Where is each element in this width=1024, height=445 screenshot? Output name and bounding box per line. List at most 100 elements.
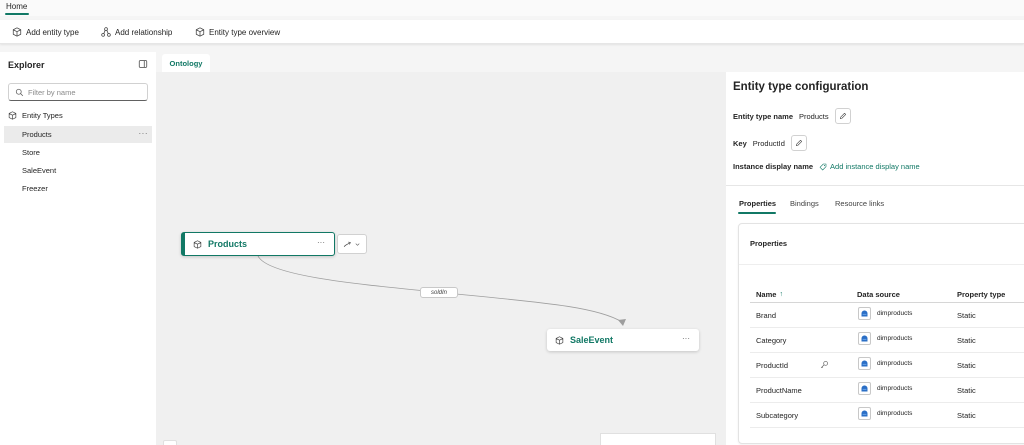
- tree-item-freezer[interactable]: Freezer: [4, 180, 152, 197]
- filter-search-box[interactable]: [8, 83, 148, 101]
- key-label: Key: [733, 138, 747, 148]
- relationship-arrow-icon: [343, 241, 351, 247]
- tree-item-label: Freezer: [22, 184, 48, 193]
- data-source-cell: dimproducts: [858, 382, 912, 395]
- entity-config-panel: Entity type configuration Entity type na…: [726, 72, 1024, 445]
- tab-bindings[interactable]: Bindings: [790, 199, 819, 208]
- pencil-icon: [839, 112, 846, 119]
- filter-input[interactable]: [28, 87, 146, 97]
- table-row[interactable]: ProductName dimproducts Static: [750, 378, 1024, 403]
- edit-name-button[interactable]: [834, 108, 851, 124]
- data-source-name: dimproducts: [877, 360, 913, 367]
- entity-type-overview-button[interactable]: Entity type overview: [195, 26, 280, 38]
- tab-home[interactable]: Home: [6, 2, 27, 11]
- tree-item-label: SaleEvent: [22, 166, 57, 175]
- cube-icon: [195, 27, 205, 37]
- sort-ascending-icon: ↑: [779, 291, 783, 298]
- tree-item-label: Products: [22, 130, 52, 139]
- tree-item-products[interactable]: Products ···: [4, 126, 152, 143]
- cube-icon: [555, 335, 564, 345]
- collapse-panel-icon[interactable]: [138, 59, 148, 69]
- tree-item-store[interactable]: Store: [4, 144, 152, 161]
- add-relationship-label: Add relationship: [115, 27, 173, 37]
- edit-key-button[interactable]: [790, 135, 807, 151]
- explorer-title: Explorer: [8, 60, 45, 70]
- node-products[interactable]: Products ···: [181, 232, 335, 256]
- entity-type-name-label: Entity type name: [733, 111, 794, 121]
- cube-icon: [193, 239, 202, 249]
- property-name: Brand: [756, 311, 777, 320]
- tag-icon: [819, 163, 827, 170]
- data-source-name: dimproducts: [877, 410, 913, 417]
- tree-item-saleevent[interactable]: SaleEvent: [4, 162, 152, 179]
- add-entity-type-button[interactable]: Add entity type: [12, 26, 79, 38]
- panel-title: Entity type configuration: [733, 81, 869, 93]
- add-relationship-button[interactable]: Add relationship: [101, 26, 172, 38]
- canvas-controls[interactable]: [163, 440, 177, 445]
- entity-types-label: Entity Types: [22, 111, 63, 120]
- property-type: Static: [957, 411, 976, 420]
- data-source-name: dimproducts: [877, 335, 913, 342]
- chevron-down-icon: [355, 242, 360, 246]
- data-source-name: dimproducts: [877, 385, 913, 392]
- tab-resource-links[interactable]: Resource links: [835, 199, 884, 208]
- node-relationship-dropdown[interactable]: [337, 234, 367, 254]
- explorer-panel: Explorer Entity Types Products ··· Store…: [0, 52, 156, 445]
- node-label: Products: [208, 239, 248, 249]
- property-type: Static: [957, 361, 976, 370]
- lakehouse-icon: [858, 407, 871, 420]
- entity-type-overview-label: Entity type overview: [209, 27, 281, 37]
- more-options-icon[interactable]: ···: [139, 129, 149, 138]
- property-type: Static: [957, 336, 976, 345]
- tab-properties[interactable]: Properties: [739, 199, 776, 208]
- cube-icon: [8, 111, 17, 120]
- data-source-name: dimproducts: [877, 310, 913, 317]
- instance-display-name-row: Instance display name Add instance displ…: [733, 162, 920, 171]
- column-header-name[interactable]: Name ↑: [756, 290, 783, 299]
- table-row[interactable]: Brand dimproducts Static: [750, 303, 1024, 328]
- entity-types-group[interactable]: Entity Types: [8, 111, 63, 120]
- tab-ontology[interactable]: Ontology: [162, 54, 210, 72]
- pencil-icon: [795, 139, 802, 146]
- lakehouse-icon: [858, 307, 871, 320]
- data-source-cell: dimproducts: [858, 307, 912, 320]
- relationship-icon: [101, 27, 111, 37]
- tree-item-label: Store: [22, 148, 40, 157]
- ribbon-tab-strip: Home: [0, 0, 1024, 16]
- property-name: Category: [756, 336, 787, 345]
- toolbar: Add entity type Add relationship Entity …: [0, 20, 1024, 44]
- relationship-edge: [257, 255, 626, 326]
- column-header-data-source[interactable]: Data source: [857, 290, 900, 299]
- table-row[interactable]: Subcategory dimproducts Static: [750, 403, 1024, 428]
- column-name-label: Name: [756, 290, 777, 299]
- table-row[interactable]: ProductId dimproducts Static: [750, 353, 1024, 378]
- node-saleevent[interactable]: SaleEvent ···: [547, 329, 699, 351]
- data-source-cell: dimproducts: [858, 332, 912, 345]
- divider: [739, 264, 1024, 265]
- instance-display-name-label: Instance display name: [733, 162, 814, 171]
- column-header-property-type[interactable]: Property type: [957, 290, 1005, 299]
- properties-card: Properties Name ↑ Data source Property t…: [738, 223, 1024, 444]
- tab-active-indicator: [5, 13, 29, 15]
- table-row[interactable]: Category dimproducts Static: [750, 328, 1024, 353]
- property-type: Static: [957, 311, 976, 320]
- key-value: ProductId: [752, 138, 785, 148]
- property-name: ProductName: [756, 386, 802, 395]
- key-icon: [820, 361, 828, 369]
- add-entity-type-label: Add entity type: [26, 27, 79, 37]
- key-row: Key ProductId: [733, 135, 807, 151]
- search-icon: [15, 88, 24, 96]
- property-name: Subcategory: [756, 411, 799, 420]
- minimap[interactable]: [600, 433, 716, 445]
- add-instance-display-name-link[interactable]: Add instance display name: [819, 162, 920, 171]
- property-type: Static: [957, 386, 976, 395]
- column-property-type-label: Property type: [957, 290, 1006, 299]
- entity-type-name-value: Products: [799, 111, 829, 121]
- edge-label-soldin[interactable]: soldIn: [420, 287, 458, 298]
- lakehouse-icon: [858, 357, 871, 370]
- more-options-icon[interactable]: ···: [317, 238, 325, 247]
- tab-active-indicator: [738, 212, 776, 214]
- entity-type-name-row: Entity type name Products: [733, 108, 851, 124]
- data-source-cell: dimproducts: [858, 407, 912, 420]
- more-options-icon[interactable]: ···: [682, 334, 690, 343]
